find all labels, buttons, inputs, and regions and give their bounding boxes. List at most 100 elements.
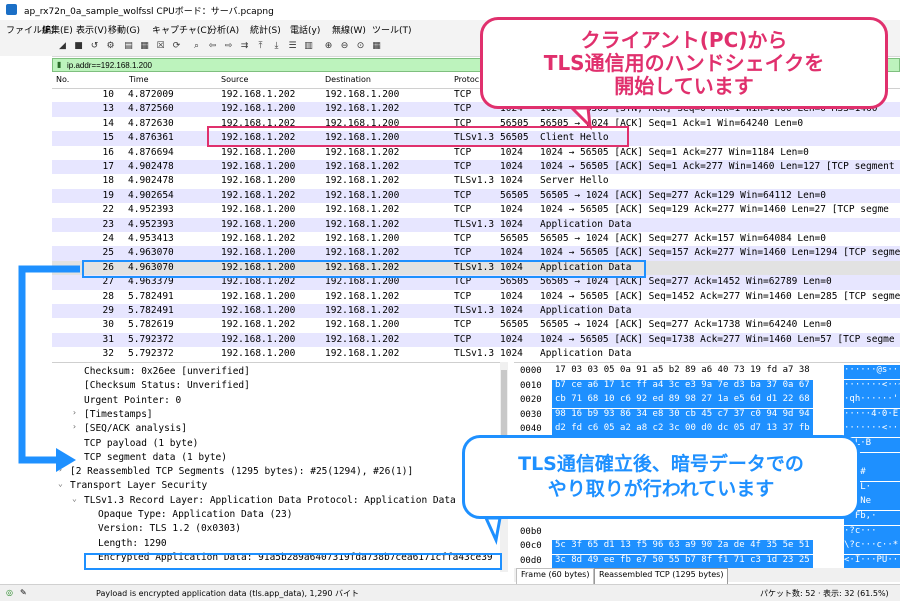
collapsed-chevron-icon[interactable]: › xyxy=(58,465,63,474)
collapsed-chevron-icon[interactable]: › xyxy=(72,422,77,431)
menu-item-9[interactable]: ツール(T) xyxy=(372,23,412,36)
menu-item-4[interactable]: キャプチャ(C) xyxy=(152,23,210,36)
collapsed-chevron-icon[interactable]: › xyxy=(72,408,77,417)
detail-line[interactable]: Opaque Type: Application Data (23) xyxy=(52,508,508,522)
detail-line[interactable]: Checksum: 0x26ee [unverified] xyxy=(52,365,508,379)
detail-line[interactable]: TCP segment data (1 byte) xyxy=(52,451,508,465)
bytes-ascii[interactable]: ·······<······7· xyxy=(844,423,900,438)
packet-cell-len: 56505 xyxy=(500,233,529,244)
column-source[interactable]: Source xyxy=(221,75,248,84)
packet-row[interactable]: 19 4.902654 192.168.1.202 192.168.1.200 TCP 5… xyxy=(52,188,900,204)
tab-reassembled-tcp[interactable]: Reassembled TCP (1295 bytes) xyxy=(594,568,729,585)
detail-line[interactable]: TCP payload (1 byte) xyxy=(52,437,508,451)
go-back-icon[interactable]: ⇦ xyxy=(206,39,219,52)
packet-row[interactable]: 32 5.792372 192.168.1.200 192.168.1.202 TLSv… xyxy=(52,347,900,358)
save-file-icon[interactable]: ▦ xyxy=(138,39,151,52)
find-packet-icon[interactable]: ⌕ xyxy=(190,39,203,52)
detail-line[interactable]: › [2 Reassembled TCP Segments (1295 bytes… xyxy=(52,465,508,479)
status-bar: ◎ ✎ Payload is encrypted application dat… xyxy=(0,584,900,601)
packet-row[interactable]: 28 5.782491 192.168.1.200 192.168.1.202 TCP 1… xyxy=(52,290,900,304)
bytes-ascii[interactable]: ·······<··~··7·g xyxy=(844,379,900,394)
zoom-in-icon[interactable]: ⊕ xyxy=(322,39,335,52)
close-file-icon[interactable]: ☒ xyxy=(154,39,167,52)
stop-capture-icon[interactable]: ■ xyxy=(72,39,85,52)
bytes-hex[interactable]: 98 16 b9 93 86 34 e8 30 cb 45 c7 37 c0 9… xyxy=(552,408,813,423)
open-file-icon[interactable]: ▤ xyxy=(122,39,135,52)
display-filter-input[interactable] xyxy=(67,59,467,71)
packet-row[interactable]: 16 4.876694 192.168.1.200 192.168.1.202 TCP 1… xyxy=(52,146,900,160)
detail-line[interactable]: Version: TLS 1.2 (0x0303) xyxy=(52,522,508,536)
packet-cell-proto: TCP xyxy=(454,247,472,259)
menu-item-8[interactable]: 無線(W) xyxy=(332,23,366,36)
packet-row[interactable]: 30 5.782619 192.168.1.202 192.168.1.200 TCP 5… xyxy=(52,318,900,332)
packet-cell-no: 10 xyxy=(102,89,114,100)
menu-item-1[interactable]: 編集(E) xyxy=(42,23,73,36)
packet-cell-time: 4.902478 xyxy=(128,175,174,187)
autoscroll-icon[interactable]: ☰ xyxy=(286,39,299,52)
detail-line[interactable]: › [SEQ/ACK analysis] xyxy=(52,422,508,436)
packet-row[interactable]: 17 4.902478 192.168.1.200 192.168.1.202 TCP 1… xyxy=(52,160,900,175)
bytes-hex[interactable]: 17 03 03 05 0a 91 a5 b2 89 a6 40 73 19 f… xyxy=(552,365,813,379)
menu-item-3[interactable]: 移動(G) xyxy=(108,23,140,36)
detail-line[interactable]: ⌄ TLSv1.3 Record Layer: Application Data … xyxy=(52,494,508,508)
detail-line[interactable]: Urgent Pointer: 0 xyxy=(52,394,508,408)
resize-columns-icon[interactable]: ▦ xyxy=(370,39,383,52)
bytes-hex[interactable]: 5c 3f 65 d1 13 f5 96 63 a9 90 2a de 4f 3… xyxy=(552,540,813,555)
bytes-ascii[interactable]: ······@s···8 xyxy=(844,365,900,379)
menu-item-5[interactable]: 分析(A) xyxy=(208,23,239,36)
column-time[interactable]: Time xyxy=(129,75,149,84)
encrypted-callout-line-2: やり取りが行われています xyxy=(547,478,775,500)
zoom-normal-icon[interactable]: ⊙ xyxy=(354,39,367,52)
edit-comment-icon[interactable]: ✎ xyxy=(20,588,27,597)
bytes-ascii[interactable]: ·?c··· xyxy=(844,525,900,540)
reload-file-icon[interactable]: ⟳ xyxy=(170,39,183,52)
shark-fin-start-icon[interactable]: ◢ xyxy=(56,39,69,52)
menu-item-6[interactable]: 統計(S) xyxy=(250,23,281,36)
packet-row[interactable]: 29 5.782491 192.168.1.200 192.168.1.202 TLSv… xyxy=(52,304,900,319)
packet-cell-dst: 192.168.1.202 xyxy=(325,175,400,187)
tab-frame[interactable]: Frame (60 bytes) xyxy=(516,568,595,585)
expert-info-icon[interactable]: ◎ xyxy=(6,588,13,597)
menu-item-2[interactable]: 表示(V) xyxy=(76,23,107,36)
go-to-packet-icon[interactable]: ⇉ xyxy=(238,39,251,52)
packet-cell-dst: 192.168.1.202 xyxy=(325,290,400,302)
menu-item-7[interactable]: 電話(y) xyxy=(290,23,320,36)
go-forward-icon[interactable]: ⇨ xyxy=(222,39,235,52)
packet-row[interactable]: 31 5.792372 192.168.1.200 192.168.1.202 TCP 1… xyxy=(52,332,900,348)
detail-line[interactable]: › [Timestamps] xyxy=(52,408,508,422)
detail-line[interactable]: ⌄ Transport Layer Security xyxy=(52,479,508,493)
packet-cell-time: 4.902654 xyxy=(128,189,174,201)
bytes-hex[interactable]: b7 ce a6 17 1c ff a4 3c e3 9a 7e d3 ba 3… xyxy=(552,379,813,394)
detail-line[interactable]: Length: 1290 xyxy=(52,537,508,551)
bytes-hex[interactable]: cb 71 68 10 c6 92 ed 89 98 27 1a e5 6d d… xyxy=(552,394,813,409)
zoom-out-icon[interactable]: ⊖ xyxy=(338,39,351,52)
last-packet-icon[interactable]: ⤓ xyxy=(270,39,283,52)
bytes-ascii[interactable]: ·····4·0·E·7···· xyxy=(844,408,900,423)
column-no[interactable]: No. xyxy=(56,75,69,84)
bytes-ascii[interactable]: \?c···c··*·O5^Q xyxy=(844,540,900,555)
first-packet-icon[interactable]: ⤒ xyxy=(254,39,267,52)
detail-line[interactable]: [Checksum Status: Unverified] xyxy=(52,379,508,393)
capture-options-icon[interactable]: ⚙ xyxy=(104,39,117,52)
column-destination[interactable]: Destination xyxy=(325,75,371,84)
packet-cell-len: 1024 xyxy=(500,161,523,172)
bytes-row: 00c0 5c 3f 65 d1 13 f5 96 63 a9 90 2a de … xyxy=(514,540,900,555)
packet-cell-len: 1024 xyxy=(500,175,523,187)
bookmark-icon[interactable]: ▮ xyxy=(57,60,61,69)
packet-row[interactable]: 24 4.953413 192.168.1.202 192.168.1.200 TCP 5… xyxy=(52,232,900,246)
bytes-ascii[interactable]: ·qh······'··m·"h xyxy=(844,394,900,409)
packet-row[interactable]: 22 4.952393 192.168.1.200 192.168.1.202 TCP 1… xyxy=(52,203,900,217)
packet-row[interactable]: 25 4.963070 192.168.1.200 192.168.1.202 TCP 1… xyxy=(52,246,900,261)
column-protocol[interactable]: Protoc xyxy=(454,75,479,84)
packet-row[interactable]: 23 4.952393 192.168.1.200 192.168.1.202 TLSv… xyxy=(52,217,900,232)
bytes-ascii[interactable]: <·I···PU···q··#% xyxy=(844,554,900,569)
packet-cell-time: 4.953413 xyxy=(128,233,174,244)
expanded-chevron-icon[interactable]: ⌄ xyxy=(58,479,63,488)
expanded-chevron-icon[interactable]: ⌄ xyxy=(72,494,77,503)
packet-cell-no: 16 xyxy=(102,146,114,158)
restart-capture-icon[interactable]: ↺ xyxy=(88,39,101,52)
packet-cell-no: 30 xyxy=(102,319,114,331)
bytes-hex[interactable]: 3c 8d 49 ee fb e7 50 55 b7 8f f1 71 c3 1… xyxy=(552,554,813,569)
packet-row[interactable]: 18 4.902478 192.168.1.200 192.168.1.202 TLSv… xyxy=(52,174,900,188)
colorize-icon[interactable]: ▥ xyxy=(302,39,315,52)
